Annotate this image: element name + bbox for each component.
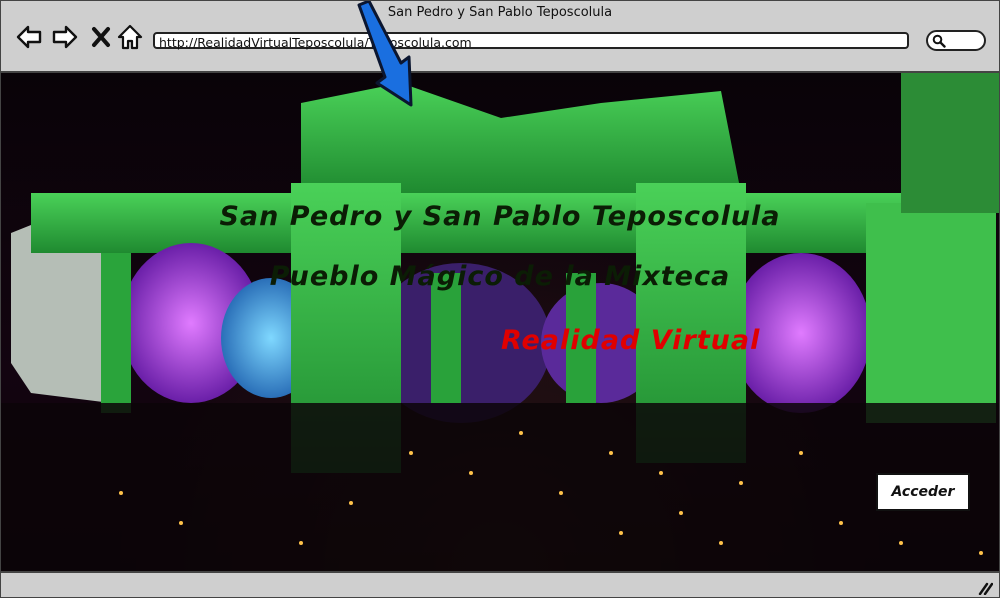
hero-subtitle: Pueblo Mágico de la Mixteca [269, 261, 731, 292]
browser-window: San Pedro y San Pablo Teposcolula http:/… [0, 0, 1000, 598]
arrow-right-icon [52, 25, 78, 49]
status-bar [1, 571, 999, 597]
access-button[interactable]: Acceder [876, 473, 970, 511]
home-icon [117, 24, 143, 50]
resize-grip-icon[interactable] [977, 581, 993, 595]
pointer-arrow-icon [357, 1, 413, 107]
search-field[interactable] [926, 30, 986, 51]
stop-button[interactable] [88, 23, 116, 51]
back-button[interactable] [15, 23, 43, 51]
arrow-left-icon [16, 25, 42, 49]
address-bar[interactable]: http://RealidadVirtualTeposcolula/Teposc… [153, 32, 909, 50]
browser-toolbar: San Pedro y San Pablo Teposcolula http:/… [1, 1, 999, 73]
background-photo [1, 73, 999, 571]
window-title: San Pedro y San Pablo Teposcolula [387, 5, 613, 20]
hero-title: San Pedro y San Pablo Teposcolula [219, 201, 781, 232]
close-icon [92, 27, 110, 47]
forward-button[interactable] [51, 23, 79, 51]
home-button[interactable] [116, 23, 144, 51]
search-icon [932, 34, 946, 48]
page-content: San Pedro y San Pablo Teposcolula Pueblo… [1, 73, 999, 571]
hero-tagline: Realidad Virtual [501, 325, 761, 356]
